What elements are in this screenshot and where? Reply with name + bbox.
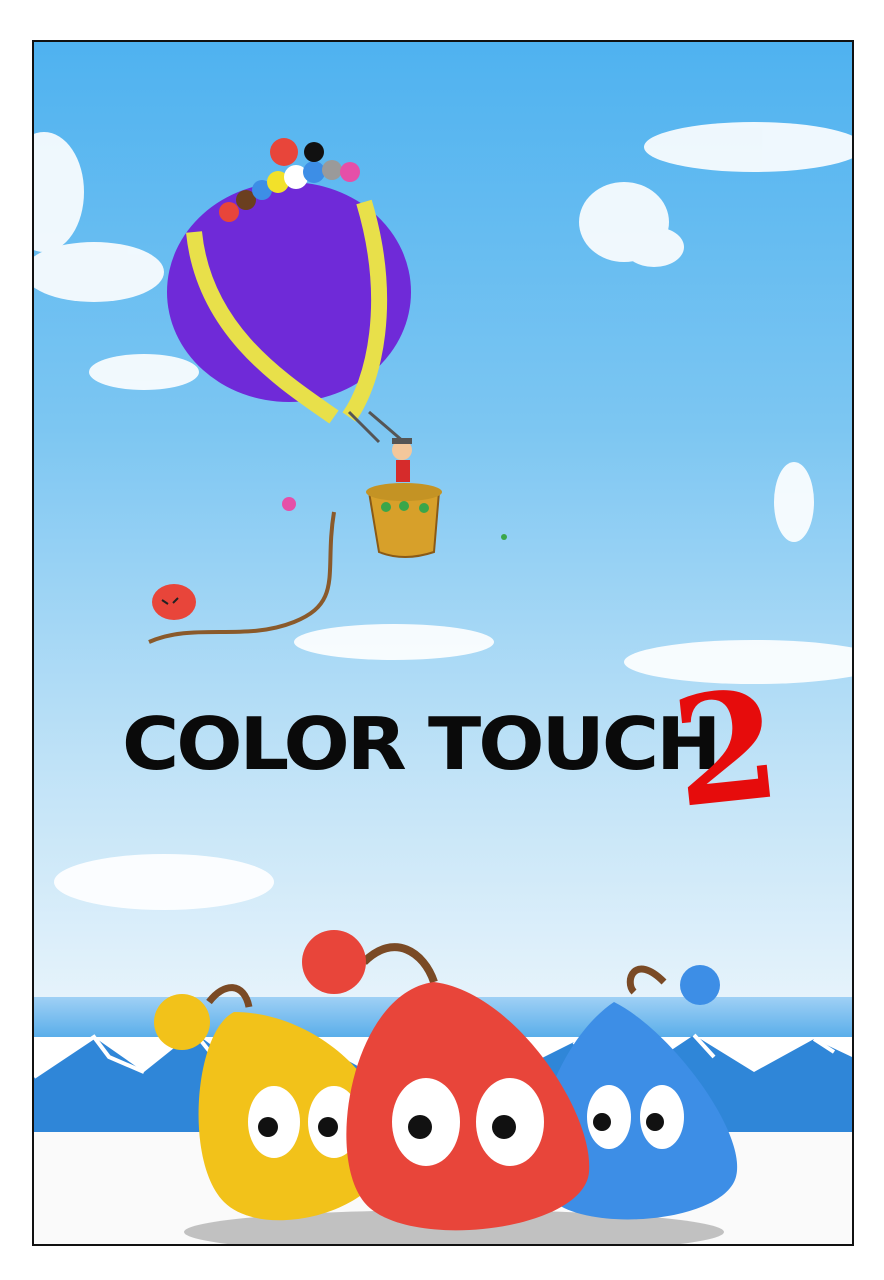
title-word: COLOR TOUCH [122,703,721,787]
pilot-icon [392,438,412,482]
cloud [34,132,84,252]
character-group [154,930,738,1244]
hot-air-balloon-icon [148,138,507,644]
game-title: COLOR TOUCH 2 [122,656,822,842]
balloon-rope [148,511,336,644]
cloud [644,122,852,172]
flying-blob-icon [152,584,196,620]
cloud [774,462,814,542]
cloud [624,227,684,267]
game-cover-frame: COLOR TOUCH 2 [32,40,854,1246]
title-number: 2 [665,656,788,842]
